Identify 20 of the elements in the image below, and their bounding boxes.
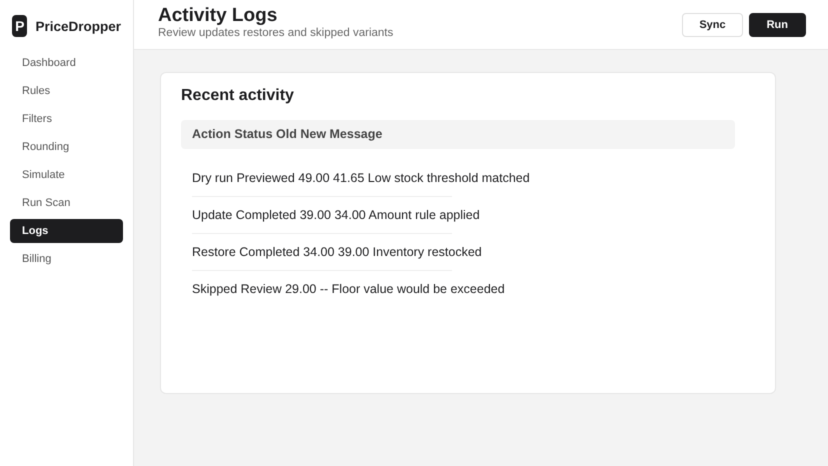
page-title: Activity Logs <box>158 4 278 26</box>
logo: P <box>12 15 28 37</box>
sidebar-item[interactable]: Filters <box>10 107 123 131</box>
sidebar-item[interactable]: Billing <box>10 247 123 271</box>
log-row: Restore Completed 34.00 39.00 Inventory restocked <box>192 245 482 259</box>
header-button[interactable]: Run <box>748 12 806 36</box>
table-header: Action Status Old New Message <box>181 120 735 149</box>
sidebar-item[interactable]: Rounding <box>10 135 123 159</box>
sidebar-item[interactable]: Simulate <box>10 163 123 187</box>
log-row: Dry run Previewed 49.00 41.65 Low stock threshold matched <box>192 171 530 185</box>
sidebar-item[interactable]: Run Scan <box>10 191 123 215</box>
sidebar-item[interactable]: Logs <box>10 219 123 243</box>
sidebar-item[interactable]: Rules <box>10 79 123 103</box>
header-button[interactable]: Sync <box>682 12 743 36</box>
card-title: Recent activity <box>181 87 295 105</box>
log-row: Update Completed 39.00 34.00 Amount rule applied <box>192 208 480 222</box>
brand-name: PriceDropper <box>35 18 121 34</box>
page-subtitle: Review updates restores and skipped variants <box>158 26 394 38</box>
log-row: Skipped Review 29.00 -- Floor value would be exceeded <box>192 282 505 296</box>
sidebar-item[interactable]: Dashboard <box>10 51 123 75</box>
